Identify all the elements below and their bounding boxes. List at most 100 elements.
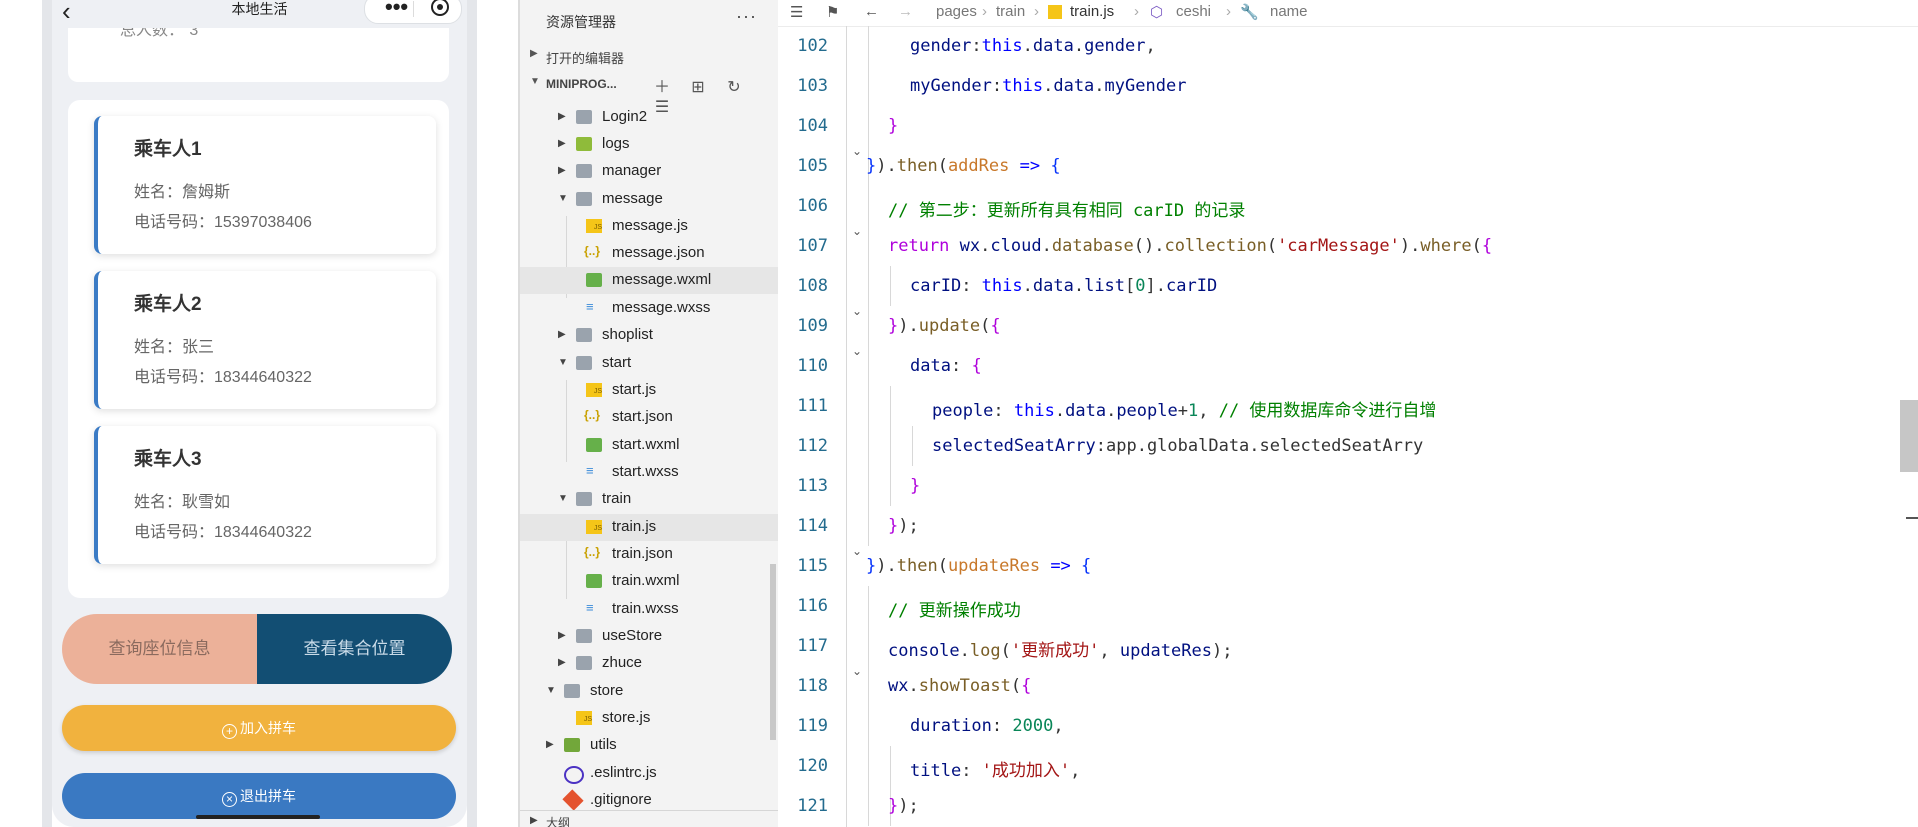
tree-file-train-json[interactable]: {..} train.json (520, 541, 778, 568)
code-line[interactable]: data: { (910, 356, 982, 396)
code-line[interactable]: wx.showToast({ (888, 676, 1031, 716)
outline-section[interactable]: ▶ 大纲 (520, 810, 778, 827)
breadcrumb-item[interactable]: name (1270, 3, 1308, 20)
new-file-icon[interactable]: ＋ (644, 73, 680, 97)
tree-folder-shoplist[interactable]: ▶ shoplist (520, 322, 778, 349)
tree-folder-store[interactable]: ▼ store (520, 678, 778, 705)
exit-carpool-button[interactable]: × 退出拼车 (62, 773, 456, 819)
eslint-icon (564, 766, 584, 784)
tree-folder-train[interactable]: ▼ train (520, 486, 778, 513)
code-line[interactable]: people: this.data.people+1, // 使用数据库命令进行… (932, 396, 1436, 436)
join-carpool-button[interactable]: + 加入拼车 (62, 705, 456, 751)
fold-chevron-icon[interactable]: ⌄ (852, 224, 862, 238)
code-line[interactable]: }).then(updateRes => { (866, 556, 1091, 596)
code-line[interactable]: // 更新操作成功 (888, 596, 1021, 636)
tree-file-train-wxss[interactable]: ≡ train.wxss (520, 596, 778, 623)
line-number: 102 (797, 36, 828, 56)
chevron-down-icon: ▼ (558, 493, 568, 504)
new-folder-icon[interactable]: ⊞ (680, 77, 716, 97)
code-line[interactable]: gender:this.data.gender, (910, 36, 1156, 76)
indent-guide (868, 586, 869, 826)
tree-file-store-js[interactable]: JS store.js (520, 705, 778, 732)
fold-chevron-icon[interactable]: ⌄ (852, 344, 862, 358)
tree-label: store (590, 682, 624, 699)
folder-icon (576, 629, 592, 643)
code-line[interactable]: }); (888, 516, 919, 556)
code-line[interactable]: return wx.cloud.database().collection('c… (888, 236, 1492, 276)
tree-file-eslintrc[interactable]: .eslintrc.js (520, 760, 778, 787)
tree-folder-login2[interactable]: ▶ Login2 (520, 104, 778, 131)
chevron-right-icon: ▶ (558, 630, 566, 641)
tree-label: message.json (612, 244, 705, 261)
code-line[interactable]: myGender:this.data.myGender (910, 76, 1186, 116)
bookmark-icon[interactable]: ⚑ (826, 3, 839, 21)
fold-chevron-icon[interactable]: ⌄ (852, 304, 862, 318)
code-line[interactable]: selectedSeatArry:app.globalData.selected… (932, 436, 1423, 476)
more-actions-icon[interactable]: ··· (736, 6, 757, 27)
passenger-card[interactable]: 乘车人1 姓名：詹姆斯 电话号码：15397038406 (94, 116, 436, 254)
tree-label: start.wxss (612, 463, 679, 480)
line-number: 117 (797, 636, 828, 656)
folder-icon (576, 110, 592, 124)
tree-label: message.wxml (612, 271, 712, 288)
view-meeting-point-button[interactable]: 查看集合位置 (257, 614, 452, 684)
code-line[interactable]: carID: this.data.list[0].carID (910, 276, 1217, 316)
tree-label: message.wxss (612, 299, 711, 316)
open-editors-section[interactable]: ▶ 打开的编辑器 (520, 42, 778, 68)
code-line[interactable]: title: '成功加入', (910, 756, 1080, 796)
tree-file-start-js[interactable]: JS start.js (520, 377, 778, 404)
tree-file-start-wxss[interactable]: ≡ start.wxss (520, 459, 778, 486)
tree-file-message-json[interactable]: {..} message.json (520, 240, 778, 267)
breadcrumb-item[interactable]: pages (936, 3, 977, 20)
explorer-title: 资源管理器 (546, 14, 616, 30)
tree-folder-manager[interactable]: ▶ manager (520, 158, 778, 185)
close-target-icon[interactable] (431, 0, 449, 16)
tree-file-train-wxml[interactable]: train.wxml (520, 568, 778, 595)
breadcrumb-item[interactable]: ceshi (1176, 3, 1211, 20)
passenger-card[interactable]: 乘车人3 姓名：耿雪如 电话号码：18344640322 (94, 426, 436, 564)
tree-folder-logs[interactable]: ▶ logs (520, 131, 778, 158)
project-root-section[interactable]: ▼ MINIPROG... ＋ ⊞ ↻☰ (520, 70, 778, 116)
code-line[interactable]: }).then(addRes => { (866, 156, 1061, 196)
back-arrow-icon[interactable]: ← (864, 3, 879, 20)
line-number: 113 (797, 476, 828, 496)
editor-scrollbar[interactable] (1900, 400, 1918, 472)
chevron-right-icon: ▶ (530, 48, 538, 59)
chevron-right-icon: › (982, 3, 987, 20)
code-line[interactable]: }); (888, 796, 919, 827)
breadcrumb-item[interactable]: train.js (1070, 3, 1114, 20)
tree-folder-message[interactable]: ▼ message (520, 186, 778, 213)
refresh-icon[interactable]: ↻ (716, 77, 752, 97)
chevron-right-icon: ▶ (558, 111, 566, 122)
tree-file-message-wxml[interactable]: message.wxml (520, 267, 778, 294)
code-line[interactable]: }).update({ (888, 316, 1001, 356)
list-icon[interactable]: ☰ (790, 3, 803, 21)
more-dots-icon[interactable]: ••• (385, 0, 408, 18)
tree-file-message-wxss[interactable]: ≡ message.wxss (520, 295, 778, 322)
fold-chevron-icon[interactable]: ⌄ (852, 664, 862, 678)
tree-label: Login2 (602, 108, 648, 125)
passenger-card[interactable]: 乘车人2 姓名：张三 电话号码：18344640322 (94, 271, 436, 409)
forward-arrow-icon[interactable]: → (898, 3, 913, 20)
line-number: 108 (797, 276, 828, 296)
breadcrumb-item[interactable]: train (996, 3, 1025, 20)
fold-chevron-icon[interactable]: ⌄ (852, 544, 862, 558)
tree-folder-start[interactable]: ▼ start (520, 350, 778, 377)
tree-folder-utils[interactable]: ▶ utils (520, 732, 778, 759)
code-line[interactable]: } (888, 116, 898, 156)
explorer-scrollbar[interactable] (770, 564, 776, 740)
code-line[interactable]: console.log('更新成功', updateRes); (888, 636, 1232, 676)
tree-file-message-js[interactable]: JS message.js (520, 213, 778, 240)
tree-file-train-js[interactable]: JS train.js (520, 514, 778, 541)
tree-file-start-wxml[interactable]: start.wxml (520, 432, 778, 459)
query-seat-button[interactable]: 查询座位信息 (62, 614, 257, 684)
code-line[interactable]: // 第二步：更新所有具有相同 carID 的记录 (888, 196, 1245, 236)
outline-label: 大纲 (546, 816, 571, 827)
code-line[interactable]: } (910, 476, 920, 516)
fold-chevron-icon[interactable]: ⌄ (852, 144, 862, 158)
code-line[interactable]: duration: 2000, (910, 716, 1064, 756)
tree-folder-zhuce[interactable]: ▶ zhuce (520, 650, 778, 677)
tree-file-start-json[interactable]: {..} start.json (520, 404, 778, 431)
tree-folder-usestore[interactable]: ▶ useStore (520, 623, 778, 650)
wxss-file-icon: ≡ (586, 463, 594, 478)
